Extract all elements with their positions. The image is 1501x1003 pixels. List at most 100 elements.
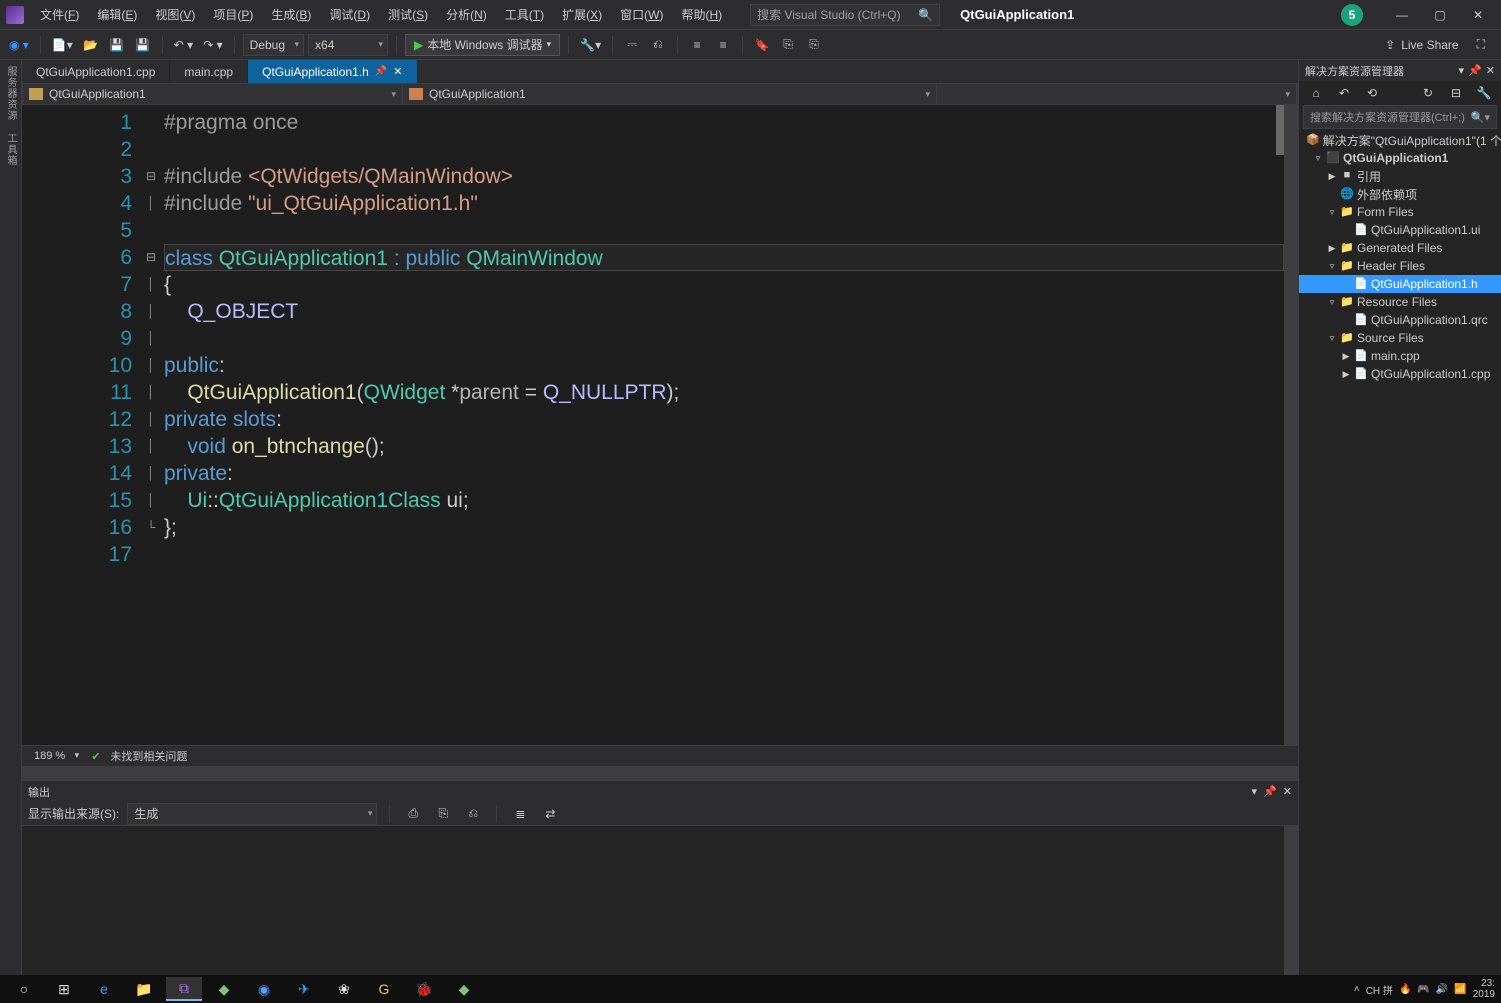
tree-Generated Files[interactable]: ▶📁Generated Files bbox=[1299, 239, 1501, 257]
tree-Source Files[interactable]: ▿📁Source Files bbox=[1299, 329, 1501, 347]
sol-props-icon[interactable]: 🔧 bbox=[1473, 82, 1495, 104]
tray-ime[interactable]: CH 拼 bbox=[1366, 982, 1393, 997]
cortana-icon[interactable]: ○ bbox=[6, 977, 42, 1001]
menu-n[interactable]: 分析(N) bbox=[438, 2, 495, 27]
app-icon-4[interactable]: 🐞 bbox=[406, 977, 442, 1001]
menu-t[interactable]: 工具(T) bbox=[497, 2, 552, 27]
quick-search[interactable]: 搜索 Visual Studio (Ctrl+Q) 🔍 bbox=[750, 4, 940, 26]
nav-member[interactable]: QtGuiApplication1 bbox=[403, 84, 937, 104]
tray-icon-1[interactable]: 🔥 bbox=[1399, 984, 1411, 995]
system-tray[interactable]: ˄ CH 拼 🔥 🎮 🔊 📶 23: 2019 bbox=[1354, 978, 1495, 1000]
tool-btn-3[interactable]: ⎌ bbox=[647, 34, 669, 56]
solution-tree[interactable]: 📦解决方案"QtGuiApplication1"(1 个▿⬛QtGuiAppli… bbox=[1299, 129, 1501, 975]
zoom-combo[interactable]: 189 % bbox=[30, 750, 81, 762]
start-debug-button[interactable]: ▶ 本地 Windows 调试器 ▾ bbox=[405, 34, 560, 56]
minimize-button[interactable]: — bbox=[1385, 3, 1419, 27]
taskview-icon[interactable]: ⊞ bbox=[46, 977, 82, 1001]
redo-button[interactable]: ↷ ▾ bbox=[200, 34, 225, 56]
uncomment-btn[interactable]: ⎘ bbox=[803, 34, 825, 56]
tab-QtGuiApplication1.cpp[interactable]: QtGuiApplication1.cpp bbox=[22, 60, 170, 83]
menu-f[interactable]: 文件(F) bbox=[32, 2, 87, 27]
sol-sync-icon[interactable]: ⟲ bbox=[1361, 82, 1383, 104]
explorer-icon[interactable]: 📁 bbox=[126, 977, 162, 1001]
menu-d[interactable]: 调试(D) bbox=[321, 2, 378, 27]
fullscreen-icon[interactable]: ⛶ bbox=[1477, 37, 1485, 52]
new-button[interactable]: 📄▾ bbox=[49, 34, 76, 56]
menu-h[interactable]: 帮助(H) bbox=[673, 2, 730, 27]
menu-e[interactable]: 编辑(E) bbox=[89, 2, 145, 27]
tree-QtGuiApplication1.cpp[interactable]: ▶📄QtGuiApplication1.cpp bbox=[1299, 365, 1501, 383]
tray-icon-2[interactable]: 🎮 bbox=[1417, 984, 1429, 995]
code-editor[interactable]: 1234567891011121314151617 ⊟│⊟│││││││││└ … bbox=[22, 105, 1298, 745]
save-button[interactable]: 💾 bbox=[106, 34, 128, 56]
out-btn-4[interactable]: ≣ bbox=[509, 803, 531, 825]
project-node[interactable]: ▿⬛QtGuiApplication1 bbox=[1299, 149, 1501, 167]
platform-combo[interactable]: x64 bbox=[308, 34, 388, 56]
out-btn-5[interactable]: ⇄ bbox=[539, 803, 561, 825]
app-icon-5[interactable]: ◆ bbox=[446, 977, 482, 1001]
open-button[interactable]: 📂 bbox=[80, 34, 102, 56]
editor-vscroll[interactable] bbox=[1284, 105, 1298, 745]
sol-close-icon[interactable]: ✕ bbox=[1486, 64, 1495, 77]
tree-main.cpp[interactable]: ▶📄main.cpp bbox=[1299, 347, 1501, 365]
output-pin-icon[interactable]: 📌 bbox=[1263, 785, 1277, 798]
out-btn-3[interactable]: ⎌ bbox=[462, 803, 484, 825]
output-vscroll[interactable] bbox=[1284, 826, 1298, 975]
edge-icon[interactable]: e bbox=[86, 977, 122, 1001]
menu-s[interactable]: 测试(S) bbox=[380, 2, 436, 27]
fold-column[interactable]: ⊟│⊟│││││││││└ bbox=[142, 105, 160, 745]
nav-extra[interactable] bbox=[937, 84, 1297, 104]
tab-main.cpp[interactable]: main.cpp bbox=[170, 60, 248, 83]
maximize-button[interactable]: ▢ bbox=[1423, 3, 1457, 27]
server-explorer-tab[interactable]: 服务器资源 bbox=[3, 66, 18, 121]
sol-dropdown-icon[interactable]: ▾ bbox=[1459, 64, 1465, 77]
back-button[interactable]: ◉ ▾ bbox=[6, 34, 32, 56]
config-combo[interactable]: Debug bbox=[243, 34, 304, 56]
tree-引用[interactable]: ▶■引用 bbox=[1299, 167, 1501, 185]
tree-QtGuiApplication1.h[interactable]: 📄QtGuiApplication1.h bbox=[1299, 275, 1501, 293]
sol-refresh-icon[interactable]: ↻ bbox=[1417, 82, 1439, 104]
indent-btn[interactable]: ≡ bbox=[686, 34, 708, 56]
nav-scope[interactable]: QtGuiApplication1 bbox=[23, 84, 403, 104]
sol-back-icon[interactable]: ↶ bbox=[1333, 82, 1355, 104]
output-body[interactable] bbox=[22, 826, 1298, 975]
app-icon-3[interactable]: ❀ bbox=[326, 977, 362, 1001]
solution-search[interactable]: 搜索解决方案资源管理器(Ctrl+;) 🔍▾ bbox=[1303, 105, 1497, 129]
tab-QtGuiApplication1.h[interactable]: QtGuiApplication1.h📌✕ bbox=[248, 60, 417, 83]
menu-v[interactable]: 视图(V) bbox=[147, 2, 203, 27]
issues-label[interactable]: 未找到相关问题 bbox=[110, 748, 187, 764]
visualstudio-icon[interactable]: ⧉ bbox=[166, 977, 202, 1001]
sol-collapse-icon[interactable]: ⊟ bbox=[1445, 82, 1467, 104]
outdent-btn[interactable]: ≡ bbox=[712, 34, 734, 56]
chrome-icon[interactable]: G bbox=[366, 977, 402, 1001]
tool-btn-1[interactable]: 🔧▾ bbox=[577, 34, 604, 56]
tray-icon-3[interactable]: 🔊 bbox=[1436, 984, 1448, 995]
undo-button[interactable]: ↶ ▾ bbox=[171, 34, 196, 56]
scroll-thumb[interactable] bbox=[1276, 105, 1284, 155]
output-close-icon[interactable]: ✕ bbox=[1283, 785, 1292, 798]
user-avatar[interactable]: 5 bbox=[1341, 4, 1363, 26]
bookmark-btn[interactable]: 🔖 bbox=[751, 34, 773, 56]
tree-Resource Files[interactable]: ▿📁Resource Files bbox=[1299, 293, 1501, 311]
app-icon-1[interactable]: ◆ bbox=[206, 977, 242, 1001]
sol-home-icon[interactable]: ⌂ bbox=[1305, 82, 1327, 104]
app-icon-2[interactable]: ◉ bbox=[246, 977, 282, 1001]
editor-hscroll[interactable] bbox=[22, 766, 1298, 780]
solution-root[interactable]: 📦解决方案"QtGuiApplication1"(1 个 bbox=[1299, 131, 1501, 149]
menu-b[interactable]: 生成(B) bbox=[263, 2, 319, 27]
save-all-button[interactable]: 💾 bbox=[132, 34, 154, 56]
close-button[interactable]: ✕ bbox=[1461, 3, 1495, 27]
tree-QtGuiApplication1.ui[interactable]: 📄QtGuiApplication1.ui bbox=[1299, 221, 1501, 239]
output-source-combo[interactable]: 生成 bbox=[127, 803, 377, 825]
tool-btn-2[interactable]: ⎓ bbox=[621, 34, 643, 56]
toolbox-tab[interactable]: 工具箱 bbox=[3, 133, 18, 166]
menu-x[interactable]: 扩展(X) bbox=[554, 2, 610, 27]
tray-up-icon[interactable]: ˄ bbox=[1354, 984, 1360, 995]
comment-btn[interactable]: ⎘ bbox=[777, 34, 799, 56]
menu-w[interactable]: 窗口(W) bbox=[612, 2, 671, 27]
tray-icon-4[interactable]: 📶 bbox=[1454, 984, 1466, 995]
code-area[interactable]: #pragma once#include <QtWidgets/QMainWin… bbox=[160, 105, 1284, 745]
menu-p[interactable]: 项目(P) bbox=[205, 2, 261, 27]
tree-QtGuiApplication1.qrc[interactable]: 📄QtGuiApplication1.qrc bbox=[1299, 311, 1501, 329]
tree-Header Files[interactable]: ▿📁Header Files bbox=[1299, 257, 1501, 275]
